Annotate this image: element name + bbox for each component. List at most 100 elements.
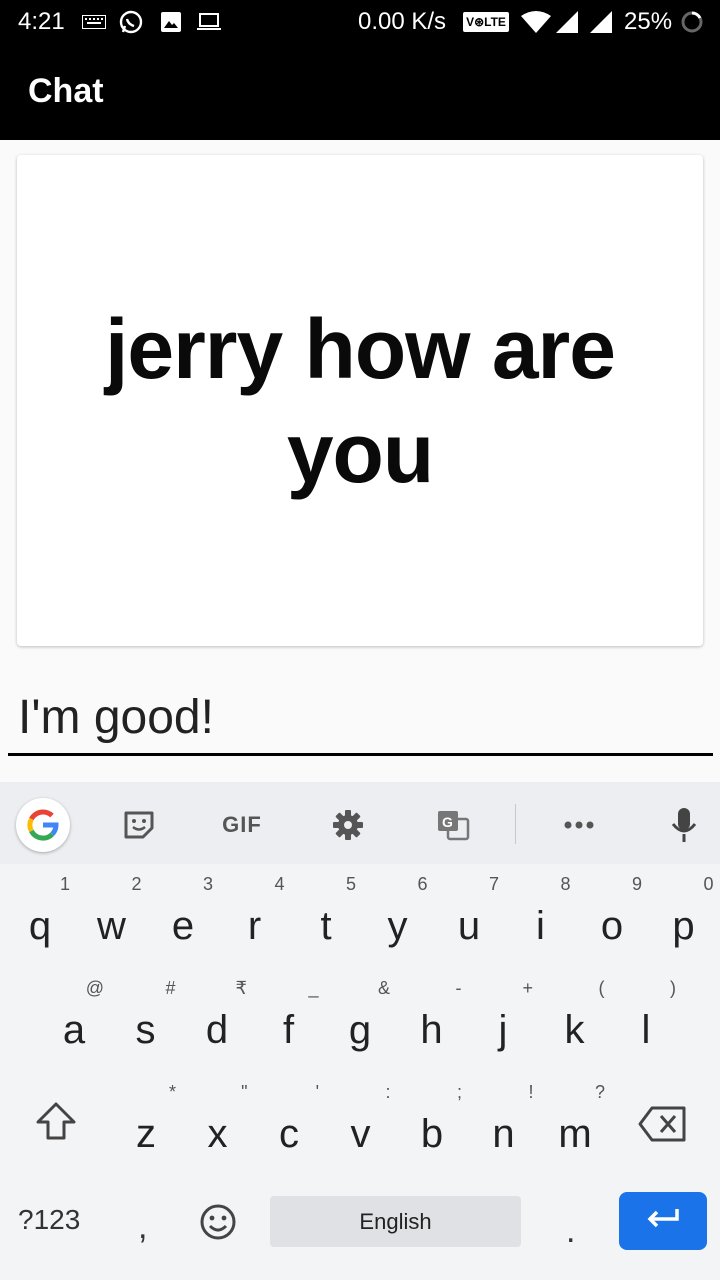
key-hint: ": [241, 1082, 248, 1102]
key-o[interactable]: 9o: [576, 874, 648, 974]
key-l[interactable]: ) l: [610, 978, 682, 1078]
key-label: a: [62, 1008, 86, 1052]
volte-badge: V⊛LTE: [463, 12, 509, 32]
key-hint: 1: [59, 874, 70, 894]
app-bar: Chat: [0, 48, 720, 140]
key-label: t: [320, 904, 332, 948]
key-label: g: [348, 1008, 372, 1052]
key-label: b: [420, 1112, 444, 1156]
key-label: l: [641, 1008, 651, 1052]
key-r[interactable]: 4r: [219, 874, 291, 974]
key-hint: +: [522, 978, 533, 998]
key-y[interactable]: 6y: [362, 874, 434, 974]
key-hint: @: [85, 978, 104, 998]
key-hint: #: [165, 978, 176, 998]
key-b[interactable]: ; b: [396, 1082, 468, 1182]
key-hint: _: [308, 978, 319, 998]
space-bar[interactable]: English: [270, 1196, 521, 1247]
emoji-icon[interactable]: [198, 1202, 238, 1242]
enter-icon: [645, 1207, 681, 1236]
key-z[interactable]: * z: [110, 1082, 182, 1182]
key-hint: ?: [594, 1082, 605, 1102]
key-c[interactable]: ' c: [253, 1082, 325, 1182]
key-hint: !: [528, 1082, 534, 1102]
enter-button[interactable]: [619, 1192, 707, 1250]
key-i[interactable]: 8i: [505, 874, 577, 974]
svg-text:G: G: [442, 814, 453, 830]
translate-icon[interactable]: G: [426, 798, 480, 852]
key-label: r: [247, 904, 262, 948]
key-label: v: [350, 1112, 371, 1156]
key-k[interactable]: (k: [539, 978, 611, 1078]
key-label: m: [558, 1112, 592, 1156]
key-n[interactable]: ! n: [468, 1082, 540, 1182]
period-key[interactable]: .: [566, 1212, 575, 1251]
key-hint: ₹: [235, 978, 247, 998]
wifi-icon: [520, 10, 552, 34]
microphone-icon[interactable]: [657, 798, 711, 852]
key-h[interactable]: -h: [396, 978, 468, 1078]
key-d[interactable]: ₹ d: [181, 978, 253, 1078]
shift-icon[interactable]: [34, 1100, 78, 1144]
laptop-icon: [196, 10, 222, 34]
keyboard-icon: [82, 10, 106, 34]
google-icon[interactable]: [16, 798, 70, 852]
key-u[interactable]: 7u: [433, 874, 505, 974]
more-options-icon[interactable]: [552, 798, 606, 852]
key-hint: 0: [703, 874, 714, 894]
comma-key[interactable]: ,: [138, 1208, 147, 1247]
key-hint: 4: [274, 874, 285, 894]
key-e[interactable]: 3e: [147, 874, 219, 974]
key-q[interactable]: 1q: [4, 874, 76, 974]
key-label: y: [387, 904, 408, 948]
key-hint: 5: [345, 874, 356, 894]
key-hint: :: [385, 1082, 391, 1102]
key-label: e: [171, 904, 195, 948]
key-hint: 6: [417, 874, 428, 894]
key-j[interactable]: + j: [467, 978, 539, 1078]
message-text: jerry how are you: [105, 301, 616, 500]
signal-icon: [554, 10, 580, 34]
key-label: n: [492, 1112, 515, 1156]
key-label: x: [207, 1112, 228, 1156]
sticker-icon[interactable]: [112, 798, 166, 852]
symbols-key[interactable]: ?123: [18, 1204, 80, 1236]
key-label: s: [135, 1008, 156, 1052]
key-label: p: [672, 904, 695, 948]
settings-gear-icon[interactable]: [321, 798, 375, 852]
toolbar-divider: [515, 804, 516, 844]
signal-icon-2: [588, 10, 614, 34]
key-a[interactable]: @ a: [38, 978, 110, 1078]
keyboard: GIF G 1q2w3e4r5t6y7u8i9o0p @ a # s ₹ d _ f & g - h +…: [0, 782, 720, 1280]
key-hint: 7: [488, 874, 499, 894]
key-label: o: [600, 904, 624, 948]
backspace-icon[interactable]: [638, 1104, 688, 1144]
key-label: h: [420, 1008, 443, 1052]
key-w[interactable]: 2w: [76, 874, 148, 974]
key-m[interactable]: ? m: [539, 1082, 611, 1182]
key-hint: ): [670, 978, 676, 998]
page-title: Chat: [28, 72, 104, 110]
key-label: k: [564, 1008, 585, 1052]
key-label: w: [97, 904, 126, 948]
key-label: u: [457, 904, 481, 948]
gif-button[interactable]: GIF: [215, 798, 269, 852]
key-label: j: [498, 1008, 508, 1052]
key-t[interactable]: 5t: [290, 874, 362, 974]
key-hint: ': [315, 1082, 319, 1102]
key-label: q: [28, 904, 52, 948]
key-s[interactable]: # s: [110, 978, 182, 1078]
reply-input-value[interactable]: I'm good!: [18, 690, 214, 745]
whatsapp-icon: [118, 10, 144, 34]
key-v[interactable]: :v: [325, 1082, 397, 1182]
key-g[interactable]: & g: [324, 978, 396, 1078]
key-p[interactable]: 0p: [648, 874, 720, 974]
key-f[interactable]: _ f: [253, 978, 325, 1078]
key-hint: -: [455, 978, 462, 998]
key-hint: 9: [631, 874, 642, 894]
key-label: c: [279, 1112, 299, 1156]
key-x[interactable]: " x: [182, 1082, 254, 1182]
reply-input[interactable]: I'm good!: [8, 680, 713, 756]
network-speed: 0.00 K/s: [358, 8, 447, 35]
key-label: i: [536, 904, 545, 948]
